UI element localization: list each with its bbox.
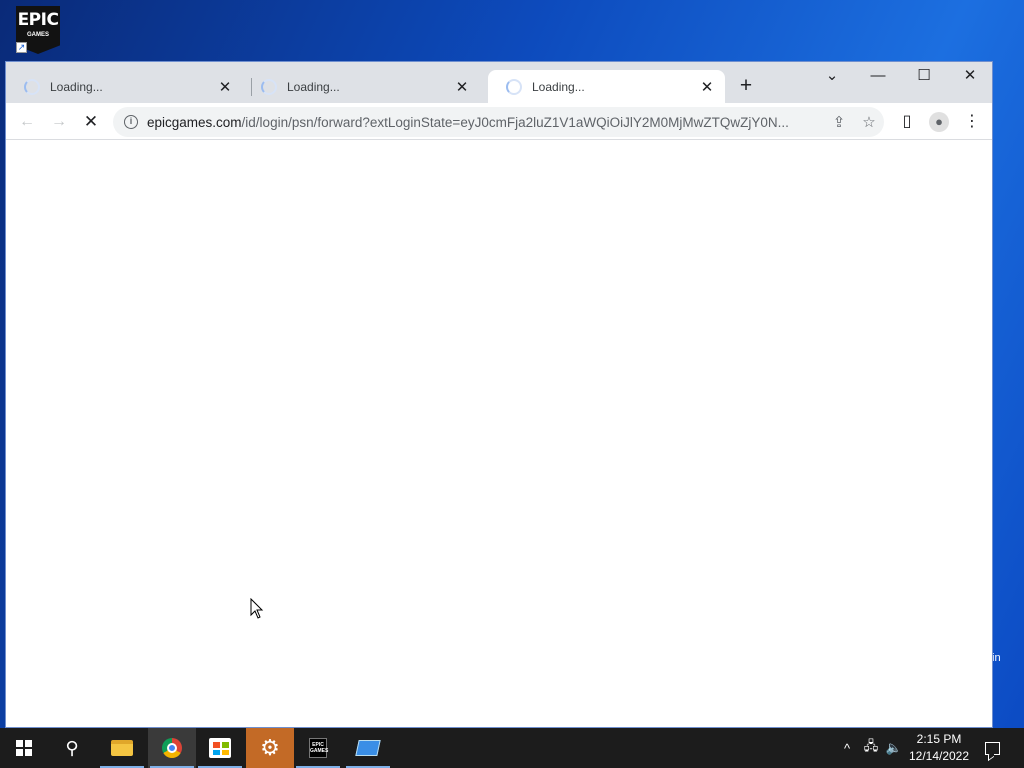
tab-title: Loading...	[287, 79, 340, 94]
tab-close-icon[interactable]: ✕	[450, 78, 474, 96]
profile-avatar-icon[interactable]: ●	[926, 109, 952, 135]
settings-button[interactable]: ⚙	[246, 728, 294, 768]
browser-window: Loading... ✕ Loading... ✕ Loading... ✕ +…	[5, 61, 993, 728]
folder-icon	[111, 740, 133, 756]
taskbar: ⚲ ⚙ EPIC GAMES ^ 🖧 🔈 2:15 PM 12/14/2022	[0, 728, 1024, 768]
menu-kebab-icon[interactable]: ⋮	[959, 109, 985, 135]
tab-search-chevron-icon[interactable]: ⌄	[809, 62, 855, 92]
close-window-button[interactable]: ✕	[947, 62, 993, 92]
clock[interactable]: 2:15 PM 12/14/2022	[905, 731, 973, 765]
epic-games-icon: EPIC GAMES	[309, 738, 328, 758]
search-button[interactable]: ⚲	[48, 728, 96, 768]
shortcut-arrow-icon: ↗	[16, 42, 27, 53]
navigation-toolbar: ← → ✕ i epicgames.com/id/login/psn/forwa…	[6, 103, 992, 140]
app-window-icon	[355, 740, 381, 756]
tab-close-icon[interactable]: ✕	[695, 78, 719, 96]
desktop-icon-epic-games[interactable]: EPIC GAMES ↗	[16, 6, 62, 58]
url-text[interactable]: epicgames.com/id/login/psn/forward?extLo…	[147, 115, 824, 130]
tab-strip: Loading... ✕ Loading... ✕ Loading... ✕ +…	[6, 62, 992, 103]
bookmark-star-icon[interactable]: ☆	[854, 113, 884, 131]
search-icon: ⚲	[65, 737, 79, 758]
share-icon[interactable]: ⇪	[824, 113, 854, 131]
loading-spinner-icon	[506, 78, 522, 95]
tab-close-icon[interactable]: ✕	[213, 78, 237, 96]
app-button[interactable]	[344, 728, 392, 768]
forward-arrow-icon[interactable]: →	[46, 109, 72, 135]
tab-title: Loading...	[532, 79, 585, 94]
side-panel-icon[interactable]: ▯	[894, 109, 920, 135]
maximize-button[interactable]: ☐	[901, 62, 947, 92]
notifications-button[interactable]	[980, 728, 1004, 768]
gear-icon: ⚙	[260, 735, 280, 760]
chrome-icon	[162, 738, 182, 758]
loading-spinner-icon	[24, 78, 40, 95]
desktop-icon-label-partial: in	[992, 652, 1001, 664]
network-icon[interactable]: 🖧	[860, 728, 882, 768]
epic-games-launcher-button[interactable]: EPIC GAMES	[294, 728, 342, 768]
store-icon	[209, 738, 231, 758]
mouse-cursor-icon	[250, 598, 264, 619]
tab-title: Loading...	[50, 79, 103, 94]
loading-spinner-icon	[261, 78, 277, 95]
chrome-button[interactable]	[148, 728, 196, 768]
tab-2[interactable]: Loading... ✕	[243, 70, 480, 103]
clock-date: 12/14/2022	[908, 749, 970, 763]
windows-logo-icon	[16, 740, 32, 756]
start-button[interactable]	[0, 728, 48, 768]
file-explorer-button[interactable]	[98, 728, 146, 768]
back-arrow-icon[interactable]: ←	[14, 109, 40, 135]
show-hidden-icons-chevron-icon[interactable]: ^	[838, 728, 856, 768]
volume-icon[interactable]: 🔈	[884, 728, 904, 768]
site-info-icon[interactable]: i	[124, 115, 138, 129]
page-content-blank	[6, 141, 992, 727]
clock-time: 2:15 PM	[916, 732, 962, 746]
tab-3-active[interactable]: Loading... ✕	[488, 70, 725, 103]
tab-1[interactable]: Loading... ✕	[6, 70, 243, 103]
address-bar[interactable]: i epicgames.com/id/login/psn/forward?ext…	[113, 107, 884, 137]
new-tab-button[interactable]: +	[734, 75, 758, 99]
notification-icon	[984, 741, 1000, 755]
store-button[interactable]	[196, 728, 244, 768]
minimize-button[interactable]: —	[855, 62, 901, 92]
stop-loading-icon[interactable]: ✕	[78, 109, 104, 135]
